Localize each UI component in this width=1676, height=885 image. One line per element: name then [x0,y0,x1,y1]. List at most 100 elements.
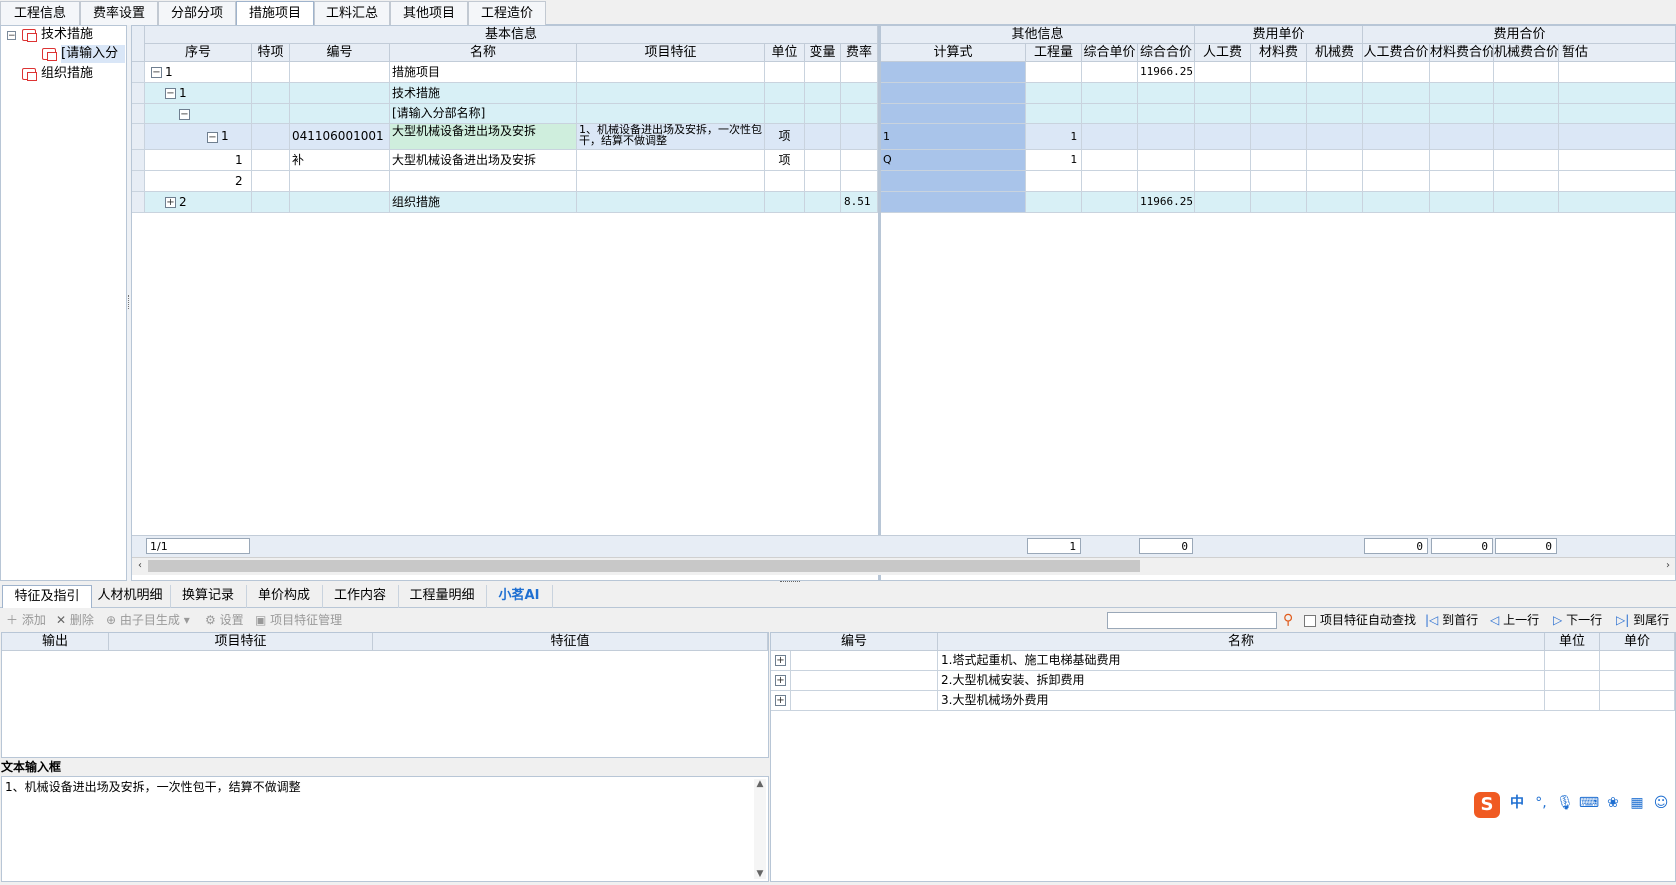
empty-cell[interactable] [1251,62,1307,83]
scroll-right-icon[interactable]: › [1662,560,1674,572]
total-cell[interactable] [1138,83,1195,104]
generate-from-sub-button[interactable]: ⊕ 由子目生成 ▾ [106,611,190,629]
empty-cell[interactable] [1195,62,1251,83]
formula-cell[interactable] [881,171,1026,192]
empty-cell[interactable] [1363,192,1430,213]
seq-cell[interactable]: 1− [145,62,252,83]
tab-ai-assistant[interactable]: 小茗AI [486,585,553,608]
col-total-price[interactable]: 综合合价 [1138,44,1195,62]
search-icon[interactable]: ⚲ [1283,611,1293,629]
tree-item-subdivision[interactable]: [请输入分 [61,45,125,63]
empty-cell[interactable] [1195,83,1251,104]
tab-material-summary[interactable]: 工料汇总 [314,1,390,25]
tab-quantity-details[interactable]: 工程量明细 [398,585,487,608]
unit-cell[interactable]: 项 [765,150,805,171]
col-machine[interactable]: 机械费 [1307,44,1363,62]
collapse-icon[interactable]: − [207,132,218,143]
empty-cell[interactable] [1430,171,1494,192]
empty-cell[interactable] [805,171,841,192]
guide-empty-cell[interactable] [1600,671,1675,691]
col-guide-name[interactable]: 名称 [938,633,1545,651]
empty-cell[interactable] [1307,104,1363,124]
row-header[interactable] [132,104,145,124]
col-unit[interactable]: 单位 [765,44,805,62]
code-cell[interactable]: 补 [290,150,390,171]
seq-cell[interactable]: 1− [145,124,252,150]
qty-cell[interactable] [1026,62,1082,83]
name-cell[interactable]: 大型机械设备进出场及安拆 [390,150,577,171]
first-row-button[interactable]: |◁ 到首行 [1425,611,1478,629]
empty-cell[interactable] [1559,171,1675,192]
tab-other-items[interactable]: 其他项目 [390,1,468,25]
unit-cell[interactable] [765,62,805,83]
guide-empty-cell[interactable] [1600,651,1675,671]
empty-cell[interactable] [1363,62,1430,83]
rate-cell[interactable] [841,171,878,192]
rate-cell[interactable]: 8.51 [841,192,878,213]
tab-labor-material-machine[interactable]: 人材机明细 [90,585,171,608]
col-variable[interactable]: 变量 [805,44,841,62]
empty-cell[interactable] [1082,104,1138,124]
skin-icon[interactable]: ❀ [1602,792,1624,814]
col-feature[interactable]: 项目特征 [577,44,765,62]
tab-fee-rate[interactable]: 费率设置 [80,1,158,25]
vertical-scrollbar[interactable]: ▲ ▼ [754,779,766,879]
tab-unit-price-composition[interactable]: 单价构成 [246,585,323,608]
col-output[interactable]: 输出 [2,633,109,651]
empty-cell[interactable] [1363,171,1430,192]
empty-cell[interactable] [252,83,290,104]
col-machine-total[interactable]: 机械费合价 [1494,44,1559,62]
guide-empty-cell[interactable] [1600,691,1675,711]
rate-cell[interactable] [841,62,878,83]
formula-cell[interactable]: 1 [881,124,1026,150]
expand-icon[interactable]: + [775,695,786,706]
empty-cell[interactable] [1195,192,1251,213]
empty-cell[interactable] [252,171,290,192]
col-rate[interactable]: 费率 [841,44,878,62]
empty-cell[interactable] [1082,83,1138,104]
empty-cell[interactable] [1082,150,1138,171]
total-cell[interactable]: 11966.25 [1138,62,1195,83]
empty-cell[interactable] [1494,104,1559,124]
name-cell[interactable]: 大型机械设备进出场及安拆 [390,124,577,150]
expand-icon[interactable]: + [775,675,786,686]
col-guide-price[interactable]: 单价 [1600,633,1675,651]
col-seq[interactable]: 序号 [145,44,252,62]
code-cell[interactable]: 041106001001 [290,124,390,150]
qty-cell[interactable]: 1 [1026,124,1082,150]
feature-cell[interactable] [577,104,765,124]
col-guide-unit[interactable]: 单位 [1545,633,1600,651]
empty-cell[interactable] [1082,124,1138,150]
seq-cell[interactable]: 1− [145,83,252,104]
microphone-icon[interactable]: 🎙 [1554,792,1576,814]
tab-sub-items[interactable]: 分部分项 [158,1,236,25]
formula-cell[interactable] [881,83,1026,104]
empty-cell[interactable] [1195,171,1251,192]
tree-item-tech-measures[interactable]: 技术措施 [41,26,93,44]
empty-cell[interactable] [252,192,290,213]
row-header[interactable] [132,62,145,83]
code-cell[interactable] [290,83,390,104]
unit-cell[interactable] [765,104,805,124]
scroll-up-icon[interactable]: ▲ [754,779,766,789]
total-cell[interactable]: 11966.25 [1138,192,1195,213]
empty-cell[interactable] [1430,62,1494,83]
expand-icon[interactable]: + [165,197,176,208]
settings-button[interactable]: ⚙ 设置 [205,611,244,629]
empty-cell[interactable] [1082,171,1138,192]
name-cell[interactable] [390,171,577,192]
guide-row-toggle[interactable]: + [771,651,791,671]
col-unit-price[interactable]: 综合单价 [1082,44,1138,62]
empty-cell[interactable] [1307,192,1363,213]
text-input-content[interactable]: 1、机械设备进出场及安拆，一次性包干，结算不做调整 [5,778,301,795]
empty-cell[interactable] [1363,83,1430,104]
formula-cell[interactable] [881,62,1026,83]
col-code[interactable]: 编号 [290,44,390,62]
empty-cell[interactable] [1559,124,1675,150]
name-cell[interactable]: 措施项目 [390,62,577,83]
total-cell[interactable] [1138,124,1195,150]
empty-cell[interactable] [1494,171,1559,192]
unit-cell[interactable] [765,83,805,104]
empty-cell[interactable] [1251,124,1307,150]
delete-button[interactable]: ✕ 删除 [56,611,94,629]
